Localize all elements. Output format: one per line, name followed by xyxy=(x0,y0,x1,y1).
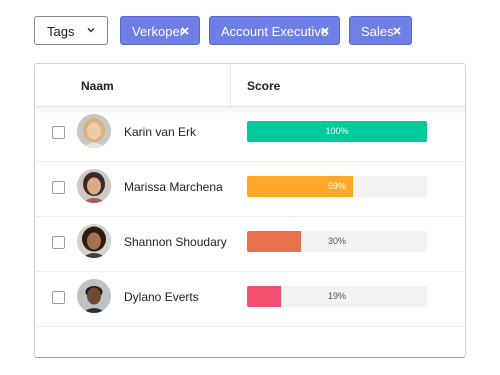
employee-name: Dylano Everts xyxy=(124,290,199,304)
tag-label: Sales xyxy=(361,24,394,39)
tag-label: Account Executive xyxy=(221,24,328,39)
score-bar: 19% xyxy=(247,286,427,307)
score-label: 19% xyxy=(327,291,346,301)
employee-name: Karin van Erk xyxy=(124,125,197,139)
table-row[interactable]: Dylano Everts 19% xyxy=(35,272,465,327)
row-checkbox[interactable] xyxy=(52,126,65,139)
table-row[interactable]: Shannon Shoudary 30% xyxy=(35,217,465,272)
column-header-score[interactable]: Score xyxy=(247,79,280,93)
avatar xyxy=(77,224,111,258)
close-icon[interactable] xyxy=(391,25,403,37)
score-label: 59% xyxy=(327,181,346,191)
table-row[interactable]: Marissa Marchena 59% xyxy=(35,162,465,217)
employee-table: Naam Score Karin van Erk 100% Marissa Ma… xyxy=(34,63,466,358)
tags-select[interactable]: Tags xyxy=(34,16,108,45)
score-bar: 30% xyxy=(247,231,427,252)
row-checkbox[interactable] xyxy=(52,291,65,304)
close-icon[interactable] xyxy=(179,25,191,37)
avatar xyxy=(77,279,111,313)
row-checkbox[interactable] xyxy=(52,236,65,249)
tag-chip-verkoper: Verkoper xyxy=(120,16,200,45)
tag-label: Verkoper xyxy=(132,24,185,39)
tag-chip-sales: Sales xyxy=(349,16,412,45)
chevron-down-icon xyxy=(87,27,95,33)
avatar xyxy=(77,114,111,148)
tags-select-label: Tags xyxy=(47,24,75,39)
row-checkbox[interactable] xyxy=(52,181,65,194)
table-row[interactable]: Karin van Erk 100% xyxy=(35,107,465,162)
score-bar: 100% xyxy=(247,121,427,142)
table-header: Naam Score xyxy=(35,64,465,107)
close-icon[interactable] xyxy=(319,25,331,37)
column-header-name[interactable]: Naam xyxy=(81,79,114,93)
column-divider[interactable] xyxy=(230,64,231,106)
avatar xyxy=(77,169,111,203)
employee-name: Shannon Shoudary xyxy=(124,235,227,249)
score-label: 30% xyxy=(327,236,346,246)
score-label: 100% xyxy=(325,126,349,136)
employee-name: Marissa Marchena xyxy=(124,180,223,194)
tag-chip-account-executive: Account Executive xyxy=(209,16,340,45)
score-bar: 59% xyxy=(247,176,427,197)
